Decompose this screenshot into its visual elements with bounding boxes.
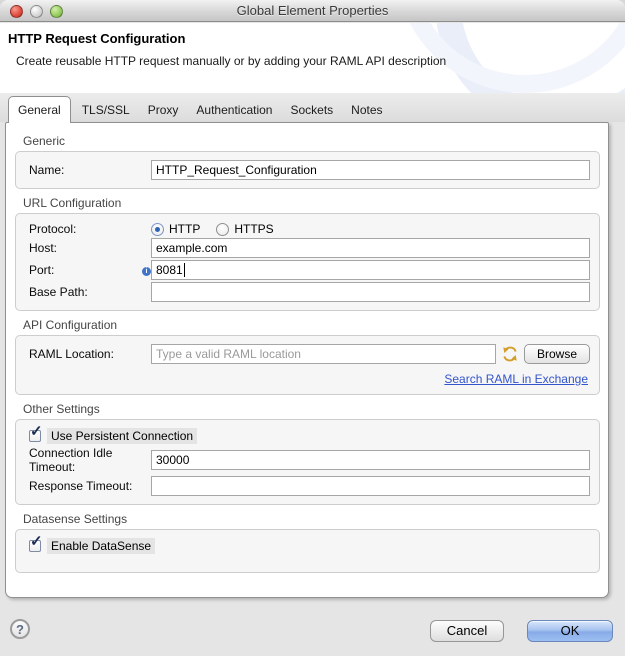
base-path-label: Base Path: <box>29 285 88 299</box>
close-button[interactable] <box>10 5 23 18</box>
dialog-banner: HTTP Request Configuration Create reusab… <box>0 23 625 93</box>
host-label: Host: <box>29 241 58 255</box>
minimize-button[interactable] <box>30 5 43 18</box>
response-timeout-row: Response Timeout: <box>29 476 590 496</box>
protocol-http-radio[interactable] <box>151 222 164 236</box>
section-title-datasense-settings: Datasense Settings <box>23 512 128 526</box>
host-row: Host: <box>29 238 590 258</box>
enable-datasense-row: ✓ Enable DataSense <box>29 533 590 554</box>
name-label: Name: <box>29 163 65 177</box>
protocol-https-label: HTTPS <box>234 222 274 236</box>
idle-timeout-row: Connection Idle Timeout: <box>29 446 590 474</box>
global-element-properties-dialog: Global Element Properties HTTP Request C… <box>0 0 625 656</box>
window-title: Global Element Properties <box>236 3 389 18</box>
protocol-http-label: HTTP <box>169 222 201 236</box>
port-label: Port: <box>29 263 55 277</box>
base-path-input[interactable] <box>151 282 590 302</box>
enable-datasense-label: Enable DataSense <box>47 538 156 554</box>
datasense-settings-group: ✓ Enable DataSense <box>15 529 600 573</box>
tab-proxy[interactable]: Proxy <box>141 96 186 123</box>
tab-tls-ssl[interactable]: TLS/SSL <box>75 96 137 123</box>
info-decoration-icon: i <box>142 267 151 276</box>
banner-title: HTTP Request Configuration <box>8 31 186 46</box>
tab-sockets[interactable]: Sockets <box>283 96 340 123</box>
sync-raml-icon[interactable] <box>502 346 518 362</box>
response-timeout-label: Response Timeout: <box>29 479 133 493</box>
zoom-button[interactable] <box>50 5 63 18</box>
raml-location-label: RAML Location: <box>29 347 114 361</box>
section-title-generic: Generic <box>23 134 66 148</box>
section-title-url-configuration: URL Configuration <box>23 196 122 210</box>
name-input[interactable] <box>151 160 590 180</box>
checkmark-icon: ✓ <box>30 533 43 550</box>
raml-location-row: RAML Location: Browse <box>29 344 590 364</box>
port-input[interactable] <box>151 260 590 280</box>
name-row: Name: <box>29 160 590 180</box>
title-bar: Global Element Properties <box>0 0 625 22</box>
banner-subtitle: Create reusable HTTP request manually or… <box>16 54 447 68</box>
host-input[interactable] <box>151 238 590 258</box>
help-button[interactable]: ? <box>10 619 30 639</box>
tab-authentication[interactable]: Authentication <box>189 96 279 123</box>
section-title-api-configuration: API Configuration <box>23 318 118 332</box>
ok-button[interactable]: OK <box>527 620 613 642</box>
cancel-button[interactable]: Cancel <box>430 620 504 642</box>
browse-button[interactable]: Browse <box>523 344 590 364</box>
other-settings-group: ✓ Use Persistent Connection Connection I… <box>15 419 600 505</box>
tab-notes[interactable]: Notes <box>344 96 389 123</box>
protocol-https-radio[interactable] <box>216 222 230 236</box>
checkmark-icon: ✓ <box>30 423 43 440</box>
protocol-row: Protocol: HTTP HTTPS <box>29 222 590 236</box>
tab-bar: General TLS/SSL Proxy Authentication Soc… <box>8 96 394 123</box>
port-row: Port: i <box>29 260 590 280</box>
api-configuration-group: RAML Location: Browse Search RAML in Exc… <box>15 335 600 395</box>
url-configuration-group: Protocol: HTTP HTTPS Host: Port: i Base … <box>15 213 600 311</box>
raml-location-input[interactable] <box>151 344 496 364</box>
enable-datasense-checkbox[interactable]: ✓ <box>29 533 43 552</box>
response-timeout-input[interactable] <box>151 476 590 496</box>
text-caret <box>184 263 185 277</box>
general-tab-panel: Generic Name: URL Configuration Protocol… <box>5 122 609 598</box>
use-persistent-connection-label: Use Persistent Connection <box>47 428 198 444</box>
connection-idle-timeout-label: Connection Idle Timeout: <box>29 446 113 474</box>
protocol-label: Protocol: <box>29 222 77 236</box>
exchange-link-row: Search RAML in Exchange <box>29 370 588 388</box>
base-path-row: Base Path: <box>29 282 590 302</box>
persistent-connection-row: ✓ Use Persistent Connection <box>29 423 590 444</box>
generic-group: Name: <box>15 151 600 189</box>
search-raml-in-exchange-link[interactable]: Search RAML in Exchange <box>444 372 588 386</box>
use-persistent-connection-checkbox[interactable]: ✓ <box>29 423 43 442</box>
tab-general[interactable]: General <box>8 96 71 123</box>
section-title-other-settings: Other Settings <box>23 402 100 416</box>
connection-idle-timeout-input[interactable] <box>151 450 590 470</box>
